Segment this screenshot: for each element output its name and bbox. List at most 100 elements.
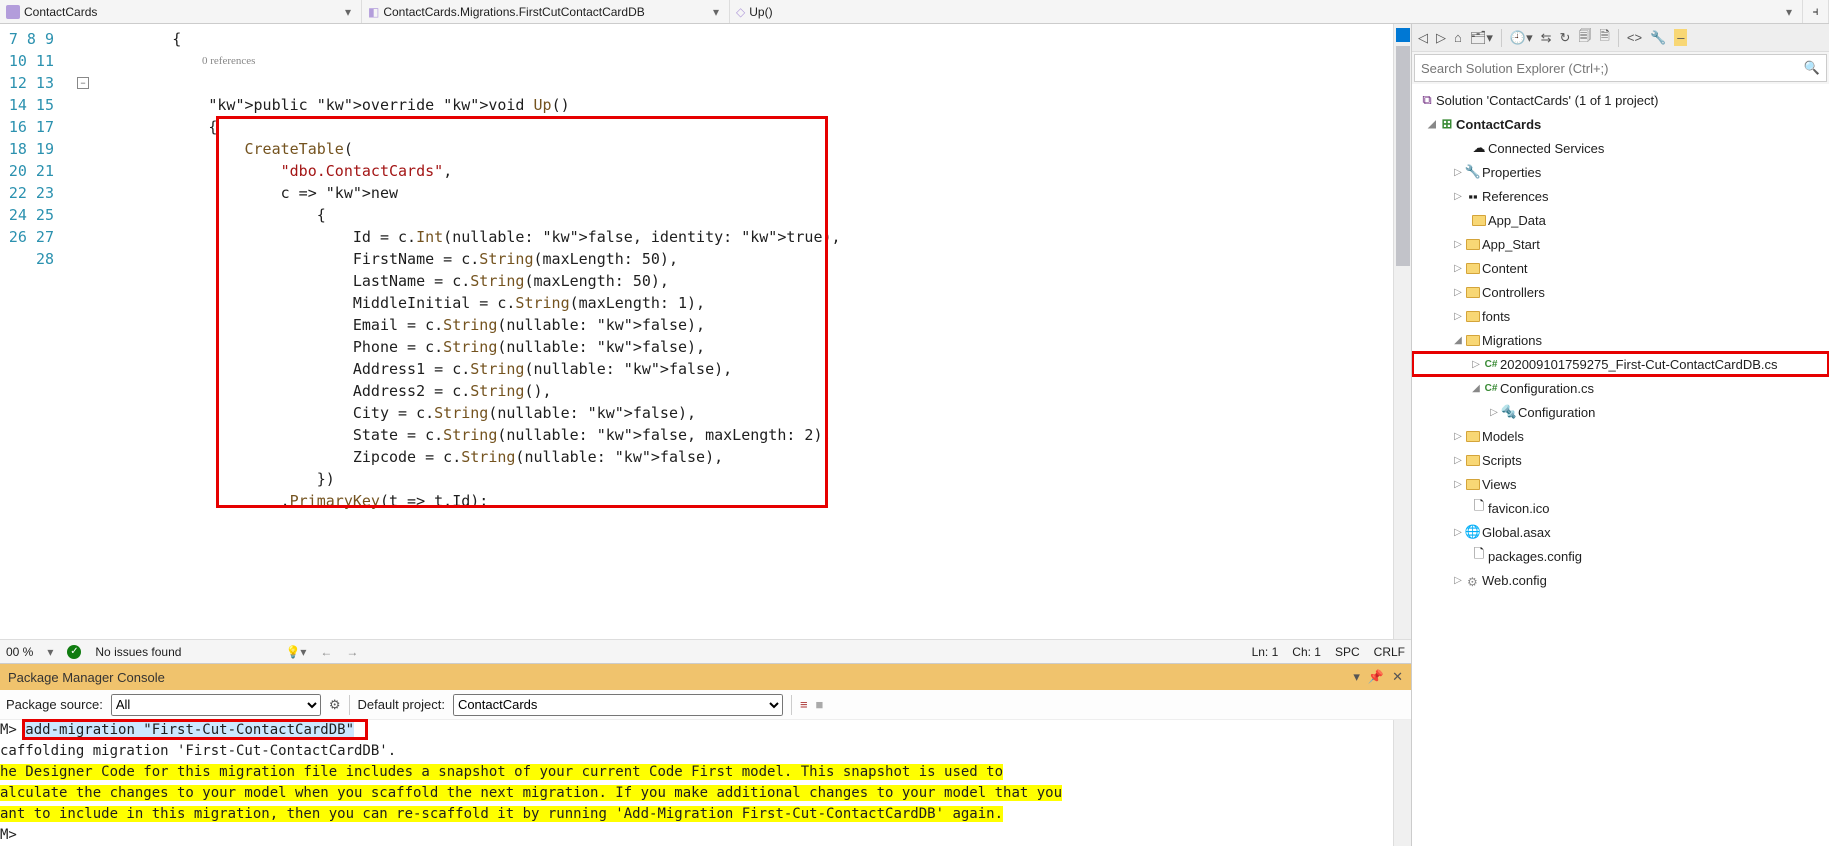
cloud-icon: ☁ — [1470, 140, 1488, 156]
code-content[interactable]: { 0 references "kw">public "kw">override… — [94, 24, 1393, 639]
navigation-bar: ContactCards ▾ ◧ ContactCards.Migrations… — [0, 0, 1829, 24]
search-icon[interactable]: 🔍 — [1804, 60, 1820, 76]
back-icon[interactable]: ◁ — [1418, 30, 1428, 46]
tree-item-configuration-cs[interactable]: ◢C#Configuration.cs — [1412, 376, 1829, 400]
pmc-output[interactable]: M> add-migration "First-Cut-ContactCardD… — [0, 720, 1411, 846]
tree-item-references[interactable]: ▷▪▪References — [1412, 184, 1829, 208]
type-label: ContactCards.Migrations.FirstCutContactC… — [383, 5, 644, 19]
folder-icon — [1466, 455, 1480, 466]
indent-icon[interactable]: ≡ — [800, 697, 808, 712]
wrench-icon: 🔧 — [1464, 164, 1482, 180]
scope-dropdown[interactable]: ContactCards ▾ — [0, 0, 362, 23]
tree-item-fonts[interactable]: ▷fonts — [1412, 304, 1829, 328]
refresh-icon[interactable]: ↻ — [1560, 30, 1571, 46]
code-icon[interactable]: <> — [1627, 30, 1642, 45]
vertical-scrollbar[interactable] — [1393, 24, 1411, 639]
folder-icon — [1466, 479, 1480, 490]
folder-icon — [1466, 239, 1480, 250]
forward-icon[interactable]: ▷ — [1436, 30, 1446, 46]
folder-icon — [1466, 431, 1480, 442]
csharp-file-icon: C# — [1482, 383, 1500, 394]
chevron-down-icon: ▾ — [1782, 5, 1796, 19]
asax-icon: 🌐 — [1464, 524, 1482, 540]
stop-icon[interactable]: ■ — [816, 697, 824, 712]
pmc-title-text: Package Manager Console — [8, 670, 165, 685]
package-manager-console: Package Manager Console ▾ 📌 ✕ Package so… — [0, 663, 1411, 846]
tree-item-content[interactable]: ▷Content — [1412, 256, 1829, 280]
tree-item-scripts[interactable]: ▷Scripts — [1412, 448, 1829, 472]
tree-item-controllers[interactable]: ▷Controllers — [1412, 280, 1829, 304]
window-menu-icon[interactable]: ▾ — [1353, 669, 1360, 685]
spaces-indicator[interactable]: SPC — [1335, 645, 1360, 659]
pmc-titlebar[interactable]: Package Manager Console ▾ 📌 ✕ — [0, 664, 1411, 690]
close-icon[interactable]: ✕ — [1392, 669, 1403, 685]
scope-label: ContactCards — [24, 5, 97, 19]
split-button[interactable]: ⫞ — [1803, 0, 1829, 23]
tree-item-migrations[interactable]: ◢Migrations — [1412, 328, 1829, 352]
solution-explorer: ◁ ▷ ⌂ 🗂▾ 🕘▾ ⇆ ↻ 🗐 🗎 <> 🔧 – 🔍 ⧉Solut — [1412, 24, 1829, 846]
tree-item-properties[interactable]: ▷🔧Properties — [1412, 160, 1829, 184]
se-search[interactable]: 🔍 — [1414, 54, 1827, 82]
type-dropdown[interactable]: ◧ ContactCards.Migrations.FirstCutContac… — [362, 0, 730, 23]
solution-node[interactable]: ⧉Solution 'ContactCards' (1 of 1 project… — [1412, 88, 1829, 112]
tree-item-views[interactable]: ▷Views — [1412, 472, 1829, 496]
home-icon[interactable]: ⌂ — [1454, 30, 1462, 45]
method-icon: ◇ — [736, 5, 745, 19]
chevron-down-icon: ▾ — [709, 5, 723, 19]
folder-icon — [1466, 311, 1480, 322]
sync-icon[interactable]: 🗂▾ — [1470, 30, 1493, 46]
collapse-icon[interactable]: ⇆ — [1541, 30, 1552, 46]
config-icon: 🗋 — [1470, 545, 1488, 567]
tree-item-webconfig[interactable]: ▷Web.config — [1412, 568, 1829, 592]
class-icon: 🔩 — [1500, 404, 1518, 420]
gear-icon[interactable]: ⚙ — [329, 697, 341, 713]
props-icon[interactable]: – — [1674, 29, 1687, 46]
zoom-level[interactable]: 00 % — [6, 645, 33, 659]
folder-icon — [1472, 215, 1486, 226]
tree-item-models[interactable]: ▷Models — [1412, 424, 1829, 448]
folder-icon — [1466, 335, 1480, 346]
lineending-indicator[interactable]: CRLF — [1374, 645, 1405, 659]
pkg-src-select[interactable]: All — [111, 694, 321, 716]
tree-item-packages-config[interactable]: 🗋packages.config — [1412, 544, 1829, 568]
tree-item-appdata[interactable]: App_Data — [1412, 208, 1829, 232]
pmc-scrollbar[interactable] — [1393, 720, 1411, 846]
pmc-toolbar: Package source: All ⚙ Default project: C… — [0, 690, 1411, 720]
pin-icon[interactable]: 📌 — [1368, 669, 1384, 685]
col-indicator: Ch: 1 — [1292, 645, 1321, 659]
wrench-icon[interactable]: 🔧 — [1650, 30, 1666, 46]
tree-item-connected[interactable]: ☁Connected Services — [1412, 136, 1829, 160]
def-proj-select[interactable]: ContactCards — [453, 694, 783, 716]
member-dropdown[interactable]: ◇ Up() ▾ — [730, 0, 1803, 23]
csharp-icon — [6, 5, 20, 19]
se-search-input[interactable] — [1421, 61, 1804, 76]
solution-tree[interactable]: ⧉Solution 'ContactCards' (1 of 1 project… — [1412, 84, 1829, 846]
status-ok-icon: ✓ — [67, 645, 81, 659]
tree-item-appstart[interactable]: ▷App_Start — [1412, 232, 1829, 256]
member-label: Up() — [749, 5, 772, 19]
tree-item-favicon[interactable]: 🗋favicon.ico — [1412, 496, 1829, 520]
csharp-file-icon: C# — [1482, 359, 1500, 370]
fold-toggle[interactable]: − — [77, 77, 89, 89]
nav-next-icon[interactable]: → — [346, 645, 358, 659]
tree-item-global-asax[interactable]: ▷🌐Global.asax — [1412, 520, 1829, 544]
code-editor[interactable]: 7 8 9 10 11 12 13 14 15 16 17 18 19 20 2… — [0, 24, 1411, 639]
expand-icon[interactable]: ◢ — [1426, 119, 1438, 130]
pmc-command: add-migration "First-Cut-ContactCardDB" — [25, 722, 354, 738]
issues-text: No issues found — [95, 645, 181, 659]
tree-item-migration-file[interactable]: ▷C#202009101759275_First-Cut-ContactCard… — [1412, 352, 1829, 376]
lightbulb-icon[interactable]: 💡▾ — [285, 645, 306, 659]
nav-prev-icon[interactable]: ← — [320, 645, 332, 659]
class-icon: ◧ — [368, 5, 379, 19]
folder-icon — [1466, 287, 1480, 298]
showall-icon[interactable]: 🗐 — [1578, 27, 1591, 49]
line-number-gutter: 7 8 9 10 11 12 13 14 15 16 17 18 19 20 2… — [0, 24, 72, 639]
folder-icon — [1466, 263, 1480, 274]
project-node[interactable]: ◢⊞ContactCards — [1412, 112, 1829, 136]
tree-item-configuration-class[interactable]: ▷🔩Configuration — [1412, 400, 1829, 424]
solution-icon: ⧉ — [1418, 92, 1436, 108]
fold-gutter[interactable]: − — [72, 24, 94, 639]
history-icon[interactable]: 🕘▾ — [1510, 30, 1533, 46]
copy-icon[interactable]: 🗎 — [1599, 27, 1609, 49]
config-icon — [1467, 574, 1479, 586]
